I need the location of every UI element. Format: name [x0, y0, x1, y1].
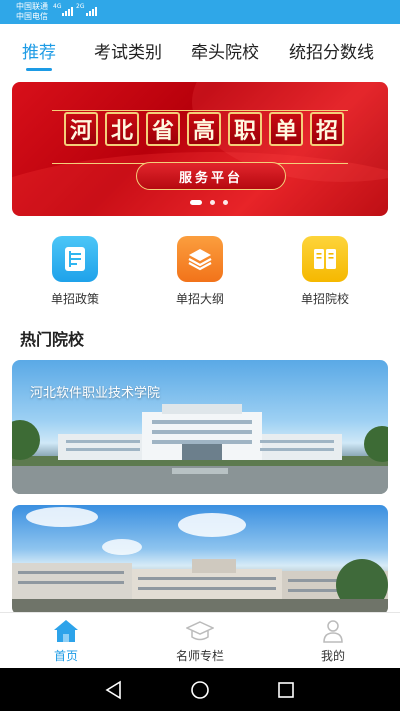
banner-title: 河 北 省 高 职 单 招	[64, 112, 344, 146]
tab-admission-scores[interactable]: 统招分数线	[289, 38, 374, 63]
campus-photo	[12, 404, 388, 494]
hot-schools-title: 热门院校	[20, 330, 85, 349]
recent-apps-icon[interactable]	[276, 680, 296, 700]
campus-photo	[12, 507, 388, 615]
graduation-cap-icon	[160, 617, 240, 643]
network-type-1: 4G	[53, 3, 62, 10]
nav-home[interactable]: 首页	[26, 617, 106, 664]
entry-syllabus[interactable]: 单招大纲	[155, 236, 245, 307]
banner-title-char: 单	[269, 112, 303, 146]
book-icon	[302, 236, 348, 282]
nav-home-label: 首页	[53, 649, 78, 663]
nav-profile-label: 我的	[320, 649, 345, 663]
tab-exam-category[interactable]: 考试类别	[94, 38, 162, 63]
network-type-2: 2G	[76, 3, 85, 10]
back-icon[interactable]	[104, 680, 124, 700]
home-icon	[26, 617, 106, 643]
school-card[interactable]: 河北软件职业技术学院	[12, 360, 388, 494]
banner-dot[interactable]	[210, 200, 215, 205]
home-button-icon[interactable]	[190, 680, 210, 700]
nav-teachers[interactable]: 名师专栏	[160, 617, 240, 664]
carrier-label-1: 中国联通	[16, 2, 48, 11]
active-tab-indicator	[26, 68, 52, 71]
signal-icon-2	[86, 4, 97, 16]
school-name: 河北软件职业技术学院	[30, 386, 161, 401]
banner-title-char: 省	[146, 112, 180, 146]
entry-schools-label: 单招院校	[300, 292, 349, 306]
entry-policy-label: 单招政策	[50, 292, 99, 306]
user-icon	[293, 617, 373, 643]
entry-schools[interactable]: 单招院校	[280, 236, 370, 307]
carrier-label-2: 中国电信	[16, 12, 48, 21]
entry-syllabus-label: 单招大纲	[175, 292, 224, 306]
top-tab-bar: 推荐 考试类别 牵头院校 统招分数线	[0, 24, 400, 76]
promo-banner[interactable]: 河 北 省 高 职 单 招 服务平台	[12, 82, 388, 216]
nav-teachers-label: 名师专栏	[175, 649, 224, 663]
tab-lead-schools[interactable]: 牵头院校	[191, 38, 259, 63]
status-bar: 中国联通 中国电信 4G 2G	[0, 0, 400, 24]
banner-title-char: 招	[310, 112, 344, 146]
banner-dot-active[interactable]	[190, 200, 202, 205]
banner-pagination	[190, 200, 228, 205]
document-icon	[52, 236, 98, 282]
nav-profile[interactable]: 我的	[293, 617, 373, 664]
banner-title-char: 河	[64, 112, 98, 146]
system-navigation-bar	[0, 668, 400, 711]
banner-title-char: 职	[228, 112, 262, 146]
tab-recommend[interactable]: 推荐	[22, 38, 56, 63]
entry-policy[interactable]: 单招政策	[30, 236, 120, 307]
school-card[interactable]	[12, 505, 388, 615]
banner-dot[interactable]	[223, 200, 228, 205]
layers-icon	[177, 236, 223, 282]
banner-title-char: 高	[187, 112, 221, 146]
banner-title-char: 北	[105, 112, 139, 146]
signal-icon-1	[62, 4, 73, 16]
service-platform-button[interactable]: 服务平台	[136, 162, 286, 190]
bottom-nav-bar: 首页 名师专栏 我的	[0, 612, 400, 668]
